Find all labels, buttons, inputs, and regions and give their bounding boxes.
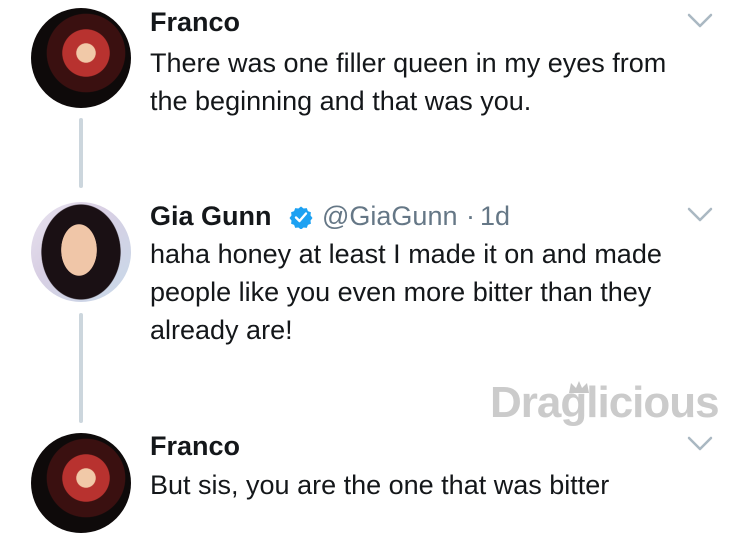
author-handle[interactable]: @GiaGunn <box>322 200 457 232</box>
tweet[interactable]: Gia Gunn @GiaGunn · 1d haha honey at lea… <box>0 190 741 360</box>
avatar[interactable] <box>31 8 131 108</box>
tweet-text: But sis, you are the one that was bitter <box>150 470 610 500</box>
author-name[interactable]: Gia Gunn <box>150 200 272 232</box>
thread-line <box>79 118 83 188</box>
chevron-down-icon[interactable] <box>686 206 714 224</box>
avatar[interactable] <box>31 202 131 302</box>
watermark-logo: Draglicious <box>490 378 720 427</box>
chevron-down-icon[interactable] <box>686 435 714 453</box>
chevron-down-icon[interactable] <box>686 12 714 30</box>
tweet[interactable]: Franco There was one filler queen in my … <box>0 0 741 120</box>
verified-badge-icon <box>289 206 313 229</box>
tweet[interactable]: Franco But sis, you are the one that was… <box>0 425 741 533</box>
author-name[interactable]: Franco <box>150 430 240 462</box>
author-name[interactable]: Franco <box>150 6 240 38</box>
avatar[interactable] <box>31 433 131 533</box>
meta-separator: · <box>466 201 475 231</box>
tweet-text: There was one filler queen in my eyes fr… <box>150 48 667 116</box>
tweet-text: haha honey at least I made it on and mad… <box>150 239 662 345</box>
tweet-timestamp[interactable]: 1d <box>480 200 510 232</box>
